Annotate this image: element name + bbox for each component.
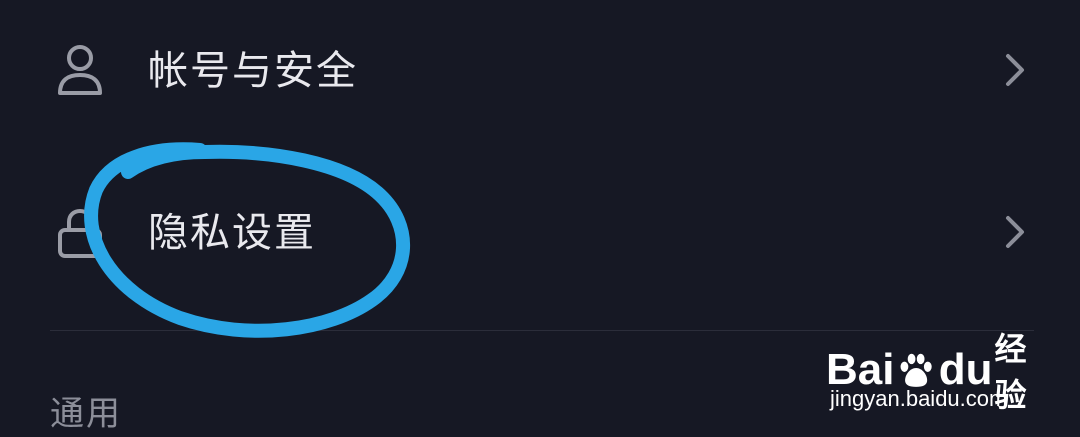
settings-screen: 帐号与安全 隐私设置 通用 Bai du 经验 jingyan.baidu.co… [0,0,1080,437]
settings-item-privacy[interactable]: 隐私设置 [0,167,1080,297]
baidu-jingyan-watermark: Bai du 经验 jingyan.baidu.com [826,318,1036,428]
settings-item-label: 隐私设置 [148,210,316,256]
chevron-right-icon [1006,54,1024,86]
settings-item-label: 帐号与安全 [148,48,358,94]
watermark-url: jingyan.baidu.com [830,386,1008,411]
person-icon [58,45,102,95]
chevron-right-icon [1006,216,1024,248]
section-header-general: 通用 [50,394,122,434]
lock-icon [58,208,102,258]
settings-item-account-security[interactable]: 帐号与安全 [0,5,1080,135]
